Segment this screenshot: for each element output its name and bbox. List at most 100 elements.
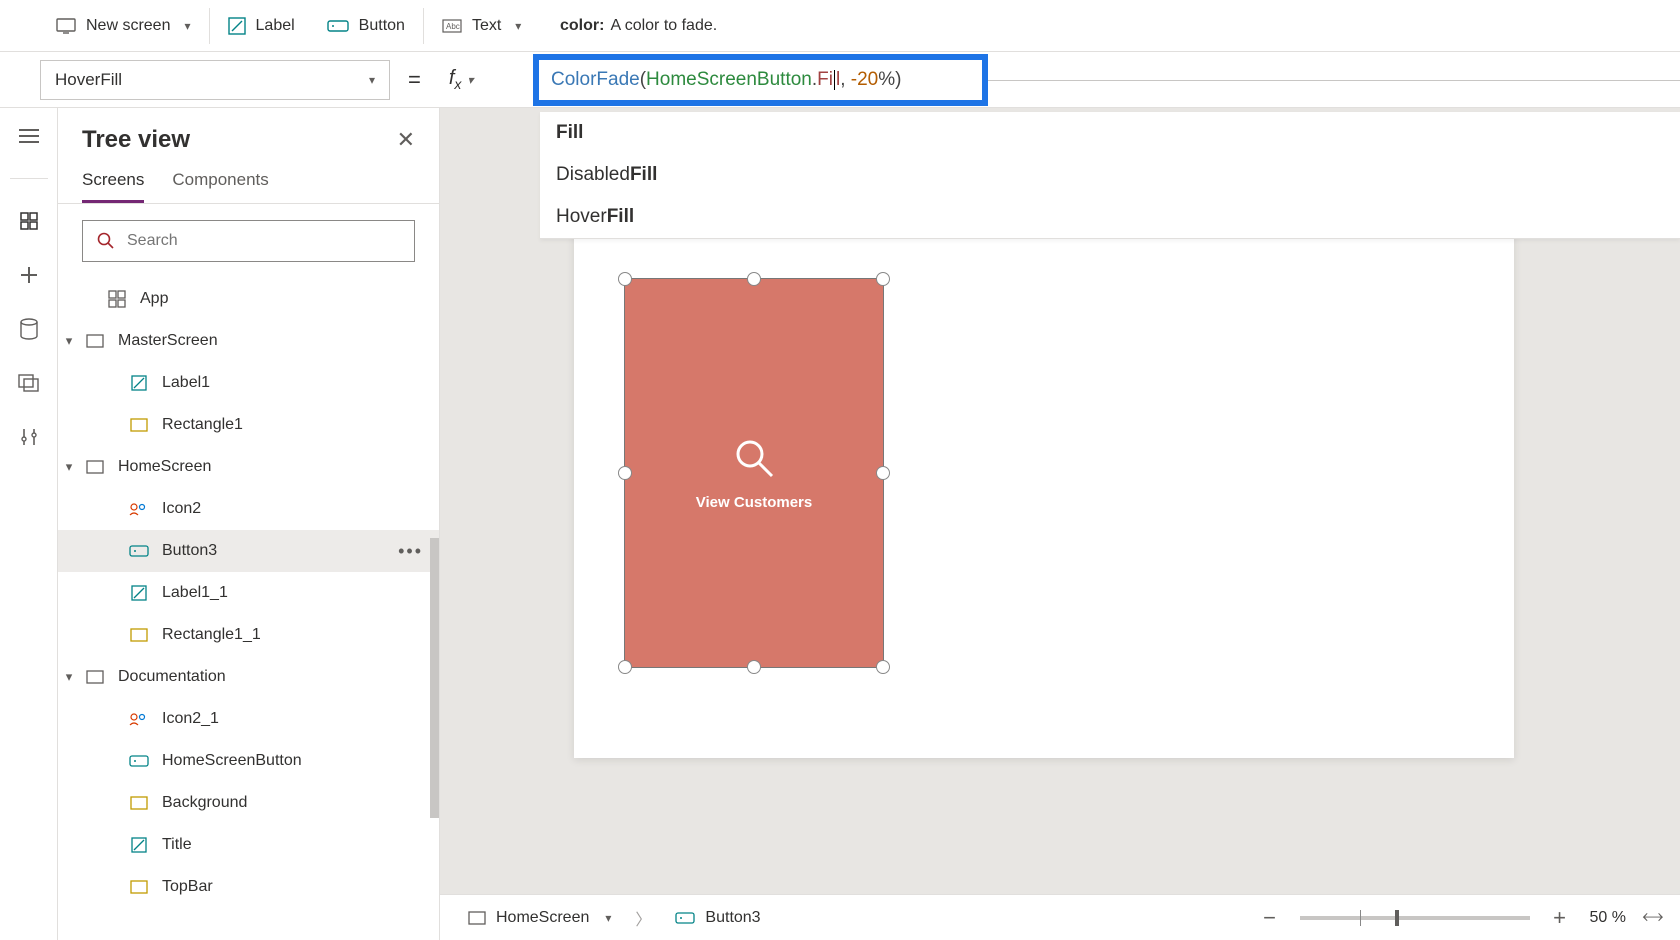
breadcrumb-screen[interactable]: HomeScreen ▾ xyxy=(460,905,619,931)
node-label: App xyxy=(140,290,168,308)
chevron-down-icon[interactable]: ▾ xyxy=(58,669,80,685)
rectangle-icon xyxy=(128,624,150,646)
tree-node-topbar[interactable]: TopBar xyxy=(58,866,439,908)
label-icon xyxy=(128,372,150,394)
data-icon[interactable] xyxy=(15,315,43,343)
resize-handle[interactable] xyxy=(876,660,890,674)
zoom-in-button[interactable]: + xyxy=(1548,905,1572,931)
rectangle-icon xyxy=(128,876,150,898)
autocomplete-item[interactable]: DisabledFill xyxy=(540,154,1680,196)
insert-button-button[interactable]: Button xyxy=(311,9,421,43)
hamburger-icon[interactable] xyxy=(15,122,43,150)
label-icon xyxy=(128,582,150,604)
equals-sign: = xyxy=(408,67,421,93)
autocomplete-item[interactable]: HoverFill xyxy=(540,196,1680,238)
node-label: TopBar xyxy=(162,878,213,896)
chevron-down-icon: ▾ xyxy=(184,19,190,33)
formula-underline xyxy=(988,80,1680,81)
node-label: Label1_1 xyxy=(162,584,228,602)
tree-node-icon2[interactable]: Icon2 xyxy=(58,488,439,530)
search-field[interactable] xyxy=(127,232,400,250)
screen-icon xyxy=(468,911,486,925)
resize-handle[interactable] xyxy=(747,272,761,286)
tree-node-rectangle1-1[interactable]: Rectangle1_1 xyxy=(58,614,439,656)
formula-bar: HoverFill ▾ = fx ▾ ColorFade(HomeScreenB… xyxy=(0,52,1680,108)
left-rail xyxy=(0,108,58,940)
tree-node-icon2-1[interactable]: Icon2_1 xyxy=(58,698,439,740)
tab-screens[interactable]: Screens xyxy=(82,170,144,203)
formula-input[interactable]: ColorFade(HomeScreenButton.Fil, -20%) xyxy=(533,54,988,106)
tree-view-icon[interactable] xyxy=(15,207,43,235)
app-icon xyxy=(106,288,128,310)
selected-button3[interactable]: View Customers xyxy=(624,278,884,668)
button-content: View Customers xyxy=(625,279,883,667)
button-icon xyxy=(327,18,349,34)
resize-handle[interactable] xyxy=(876,272,890,286)
search-input[interactable] xyxy=(82,220,415,262)
formula-tooltip: color: A color to fade. xyxy=(560,0,717,52)
tree-node-label1[interactable]: Label1 xyxy=(58,362,439,404)
tab-components[interactable]: Components xyxy=(172,170,268,203)
insert-text-button[interactable]: Abc Text ▾ xyxy=(426,9,537,43)
node-label: Title xyxy=(162,836,192,854)
breadcrumb-separator: 〉 xyxy=(635,906,651,930)
zoom-slider[interactable] xyxy=(1300,916,1530,920)
property-name: HoverFill xyxy=(55,70,122,90)
resize-handle[interactable] xyxy=(618,272,632,286)
button-label: Button xyxy=(359,17,405,35)
insert-label-button[interactable]: Label xyxy=(212,9,311,43)
tree-node-button3[interactable]: Button3 ••• xyxy=(58,530,439,572)
autocomplete-item[interactable]: Fill xyxy=(540,112,1680,154)
breadcrumb-control[interactable]: Button3 xyxy=(667,905,768,931)
search-icon xyxy=(732,436,776,480)
more-icon[interactable]: ••• xyxy=(398,541,423,562)
tree-node-app[interactable]: App xyxy=(58,278,439,320)
tree-node-homescreen[interactable]: ▾ HomeScreen xyxy=(58,446,439,488)
tree-node-homescreenbutton[interactable]: HomeScreenButton xyxy=(58,740,439,782)
formula-text: ColorFade(HomeScreenButton.Fil, -20%) xyxy=(551,69,901,91)
node-label: Label1 xyxy=(162,374,210,392)
tree-node-rectangle1[interactable]: Rectangle1 xyxy=(58,404,439,446)
insert-icon[interactable] xyxy=(15,261,43,289)
resize-handle[interactable] xyxy=(876,466,890,480)
button-text: View Customers xyxy=(696,494,812,511)
close-icon[interactable]: ✕ xyxy=(397,127,415,153)
group-icon xyxy=(128,498,150,520)
rectangle-icon xyxy=(128,414,150,436)
text-label: Text xyxy=(472,17,501,35)
new-screen-button[interactable]: New screen ▾ xyxy=(40,9,207,43)
chevron-down-icon[interactable]: ▾ xyxy=(58,459,80,475)
chevron-down-icon[interactable]: ▾ xyxy=(58,333,80,349)
label-label: Label xyxy=(256,17,295,35)
chevron-down-icon: ▾ xyxy=(605,911,611,925)
screen-icon xyxy=(84,666,106,688)
button-icon xyxy=(128,540,150,562)
tools-icon[interactable] xyxy=(15,423,43,451)
chevron-down-icon: ▾ xyxy=(467,73,473,87)
resize-handle[interactable] xyxy=(618,466,632,480)
status-bar: HomeScreen ▾ 〉 Button3 − + 50 % ⤢ xyxy=(440,894,1680,940)
tree-node-masterscreen[interactable]: ▾ MasterScreen xyxy=(58,320,439,362)
node-label: Background xyxy=(162,794,247,812)
tree-node-label1-1[interactable]: Label1_1 xyxy=(58,572,439,614)
resize-handle[interactable] xyxy=(618,660,632,674)
property-selector[interactable]: HoverFill ▾ xyxy=(40,60,390,100)
label-icon xyxy=(128,834,150,856)
tree-node-background[interactable]: Background xyxy=(58,782,439,824)
tree-list: App ▾ MasterScreen Label1 Rectangle1 ▾ H xyxy=(58,278,439,940)
fx-button[interactable]: fx ▾ xyxy=(439,63,484,96)
screen-icon xyxy=(84,330,106,352)
tree-node-documentation[interactable]: ▾ Documentation xyxy=(58,656,439,698)
node-label: HomeScreen xyxy=(118,458,211,476)
svg-text:Abc: Abc xyxy=(446,22,460,31)
new-screen-label: New screen xyxy=(86,17,170,35)
chevron-down-icon: ▾ xyxy=(515,19,521,33)
node-label: Rectangle1 xyxy=(162,416,243,434)
tree-node-title[interactable]: Title xyxy=(58,824,439,866)
media-icon[interactable] xyxy=(15,369,43,397)
fit-screen-icon[interactable]: ⤢ xyxy=(1638,904,1666,932)
resize-handle[interactable] xyxy=(747,660,761,674)
zoom-out-button[interactable]: − xyxy=(1258,905,1282,931)
scrollbar[interactable] xyxy=(430,538,439,920)
tooltip-key: color: xyxy=(560,17,604,35)
